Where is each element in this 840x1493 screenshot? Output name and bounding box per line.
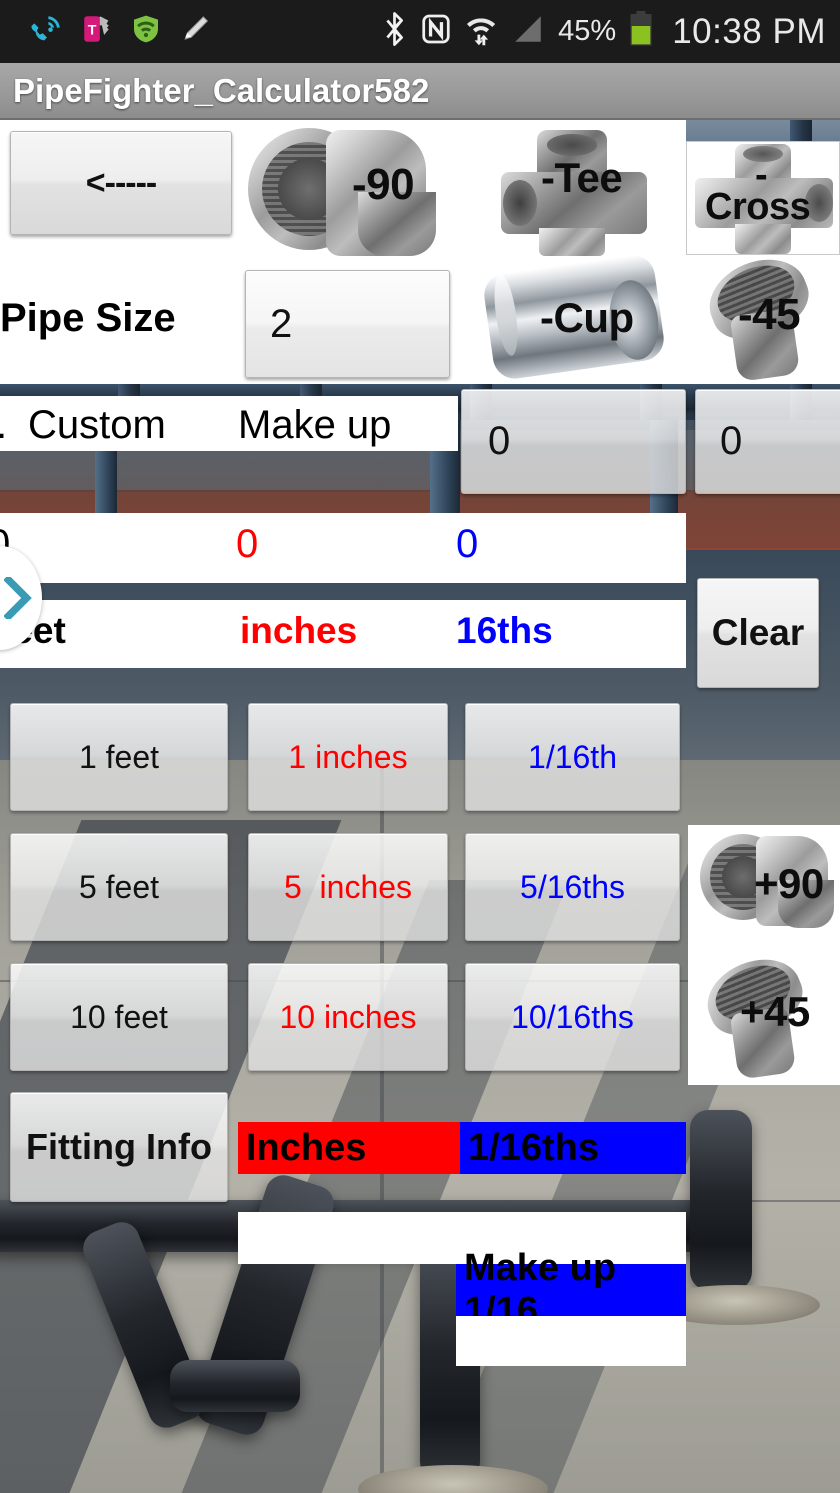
keypad-feet-1-label: 1 feet	[78, 738, 160, 775]
footer-output-field-b[interactable]	[456, 1316, 686, 1366]
custom-button[interactable]: Custom	[28, 403, 166, 448]
chevron-right-icon	[4, 577, 32, 619]
fitting-info-label: Fitting Info	[26, 1126, 212, 1167]
app-title: PipeFighter_Calculator582	[13, 71, 430, 109]
fitting-45-label: -45	[738, 290, 801, 339]
keypad-inches-1[interactable]: 1 inches	[248, 703, 448, 811]
custom-dot-label: .	[0, 403, 7, 448]
keypad-inches-1-label: 1 inches	[288, 738, 408, 775]
battery-percent-label: 45%	[558, 15, 617, 47]
sixteenths-result-label: 1/16ths	[468, 1126, 599, 1169]
add-90-button[interactable]: +90	[690, 828, 838, 954]
battery-icon	[629, 11, 653, 52]
custom-field-a-value: 0	[488, 419, 511, 463]
status-bar: T 45% 10:38 PM	[0, 0, 840, 63]
wifi-transfer-icon	[464, 12, 498, 51]
custom-field-a[interactable]: 0	[461, 389, 686, 494]
total-sixteenths-value: 0	[456, 522, 479, 566]
keypad-sixteenths-10[interactable]: 10/16ths	[465, 963, 680, 1071]
keypad-sixteenths-1-label: 1/16th	[528, 738, 617, 775]
fitting-tee-button[interactable]: -Tee	[495, 128, 655, 260]
fitting-coupling-button[interactable]: -Cup	[478, 252, 674, 382]
keypad-feet-5-label: 5 feet	[78, 868, 160, 905]
wifi-shield-icon	[130, 13, 162, 50]
fitting-cross-button[interactable]: - Cross	[686, 141, 840, 255]
totals-panel	[0, 513, 686, 583]
pipe-size-value: 2	[270, 301, 293, 346]
keypad-sixteenths-5[interactable]: 5/16ths	[465, 833, 680, 941]
pipe-size-label: Pipe Size	[0, 296, 176, 340]
sixteenths-header-label: 16ths	[456, 610, 553, 651]
custom-field-b[interactable]: 0	[695, 389, 840, 494]
add-45-button[interactable]: +45	[690, 946, 838, 1082]
svg-text:T: T	[88, 23, 97, 39]
keypad-inches-10-label: 10 inches	[279, 998, 417, 1035]
add-90-label: +90	[754, 860, 824, 907]
fitting-90-label: -90	[352, 160, 415, 209]
inches-header-label: inches	[240, 610, 358, 651]
custom-field-b-value: 0	[720, 419, 743, 463]
wifi-call-icon	[30, 12, 64, 51]
pencil-icon	[178, 13, 210, 50]
app-root: T 45% 10:38 PM PipeFighter_Calculator582…	[0, 0, 840, 1493]
pipe-size-input[interactable]: 2	[245, 270, 450, 378]
tmobile-key-icon: T	[80, 12, 114, 51]
bluetooth-icon	[381, 12, 408, 51]
keypad-inches-10[interactable]: 10 inches	[248, 963, 448, 1071]
inches-result-bar[interactable]: Inches	[238, 1122, 460, 1174]
sixteenths-result-bar[interactable]: 1/16ths	[460, 1122, 686, 1174]
keypad-sixteenths-1[interactable]: 1/16th	[465, 703, 680, 811]
fitting-cross-label: Cross	[705, 186, 811, 228]
keypad-inches-5-label: 5 inches	[283, 868, 413, 905]
makeup-button[interactable]: Make up	[238, 403, 391, 448]
keypad-sixteenths-5-label: 5/16ths	[520, 868, 625, 905]
back-button[interactable]: <-----	[10, 131, 232, 235]
keypad-feet-1[interactable]: 1 feet	[10, 703, 228, 811]
keypad-sixteenths-10-label: 10/16ths	[511, 998, 634, 1035]
total-inches-value: 0	[236, 522, 259, 566]
fitting-info-button[interactable]: Fitting Info	[10, 1092, 228, 1202]
fitting-tee-label: -Tee	[541, 154, 623, 201]
clock-label: 10:38 PM	[672, 11, 826, 51]
nfc-icon	[421, 12, 451, 51]
fitting-45-button[interactable]: -45	[690, 245, 838, 382]
keypad-feet-5[interactable]: 5 feet	[10, 833, 228, 941]
fitting-90-button[interactable]: -90	[240, 122, 455, 262]
back-button-label: <-----	[85, 163, 157, 202]
inches-result-label: Inches	[246, 1126, 367, 1169]
fitting-coupling-label: -Cup	[540, 294, 634, 341]
cell-signal-icon	[511, 12, 545, 51]
keypad-feet-10-label: 10 feet	[70, 998, 168, 1035]
clear-button-label: Clear	[711, 612, 805, 653]
add-45-label: +45	[740, 988, 810, 1035]
title-bar: PipeFighter_Calculator582	[0, 63, 840, 120]
keypad-feet-10[interactable]: 10 feet	[10, 963, 228, 1071]
keypad-inches-5[interactable]: 5 inches	[248, 833, 448, 941]
clear-button[interactable]: Clear	[697, 578, 819, 688]
makeup-result-bar[interactable]: Make up 1/16	[456, 1247, 686, 1332]
